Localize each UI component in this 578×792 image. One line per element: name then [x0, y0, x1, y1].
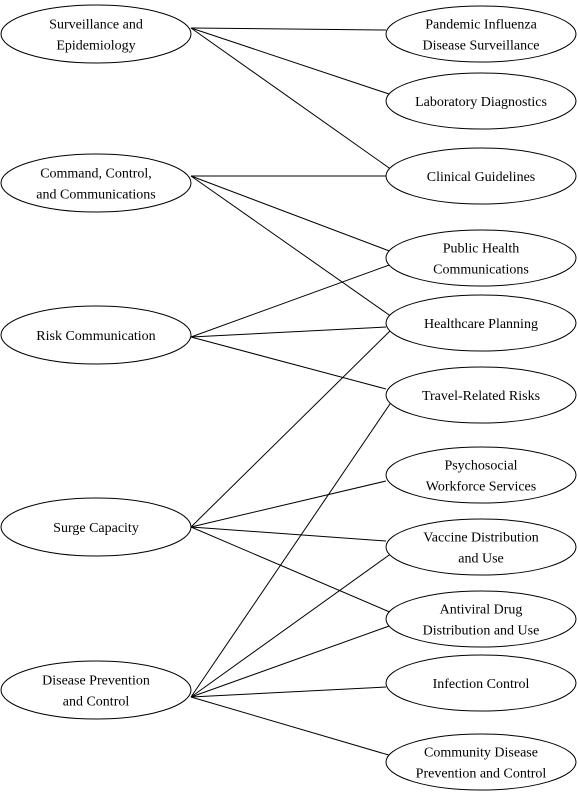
edges — [190, 27, 393, 757]
node-label: Community Disease — [424, 746, 538, 761]
node-label: Healthcare Planning — [424, 317, 538, 332]
node-ellipse — [385, 518, 577, 576]
node-surge: Surge Capacity — [0, 497, 192, 557]
node-risk: Risk Communication — [0, 305, 192, 365]
edge-surge-antiviral — [190, 526, 393, 614]
edge-prevention-community — [190, 696, 393, 757]
node-label: Prevention and Control — [416, 767, 547, 782]
node-ellipse — [0, 153, 192, 213]
node-label: and Use — [458, 552, 504, 567]
diagram: Surveillance and Epidemiology Command, Con… — [0, 4, 577, 791]
node-label: Surge Capacity — [53, 521, 139, 536]
node-label: Infection Control — [433, 677, 530, 692]
node-pandemic: Pandemic Influenza Disease Surveillance — [385, 5, 577, 63]
edge-surge-healthcare — [190, 328, 393, 528]
node-label: Communications — [433, 263, 529, 278]
node-ellipse — [385, 590, 577, 648]
node-clinical: Clinical Guidelines — [385, 147, 577, 205]
node-ellipse — [385, 733, 577, 791]
node-label: Clinical Guidelines — [427, 170, 535, 185]
node-label: Disease Prevention — [42, 674, 150, 689]
node-ellipse — [0, 660, 192, 720]
edge-risk-travel — [190, 336, 387, 390]
edge-surveillance-lab — [190, 27, 393, 96]
node-label: Workforce Services — [426, 480, 536, 495]
edge-prevention-infection — [190, 686, 387, 698]
node-ellipse — [385, 229, 577, 287]
node-antiviral: Antiviral Drug Distribution and Use — [385, 590, 577, 648]
node-label: Laboratory Diagnostics — [415, 95, 547, 110]
edge-surge-psychosocial — [190, 480, 387, 528]
node-label: Distribution and Use — [423, 624, 540, 639]
node-label: Epidemiology — [56, 39, 135, 54]
node-publichealth: Public Health Communications — [385, 229, 577, 287]
edge-prevention-antiviral — [190, 624, 393, 698]
node-infection: Infection Control — [385, 654, 577, 712]
edge-surge-vaccine — [190, 526, 387, 542]
node-label: and Communications — [36, 188, 155, 203]
node-command: Command, Control, and Communications — [0, 153, 192, 213]
nodes: Surveillance and Epidemiology Command, Con… — [0, 4, 577, 791]
node-healthcare: Healthcare Planning — [385, 294, 577, 352]
node-psychosocial: Psychosocial Workforce Services — [385, 446, 577, 504]
node-ellipse — [0, 4, 192, 64]
node-ellipse — [385, 446, 577, 504]
node-community: Community Disease Prevention and Control — [385, 733, 577, 791]
node-label: Pandemic Influenza — [425, 18, 537, 33]
node-label: Disease Surveillance — [422, 39, 539, 54]
edge-prevention-travel — [190, 400, 393, 698]
edge-surveillance-clinical — [190, 27, 393, 171]
node-travel: Travel-Related Risks — [385, 366, 577, 424]
edge-command-healthcare — [190, 175, 393, 318]
edge-risk-healthcare — [190, 326, 387, 338]
node-label: Surveillance and — [49, 18, 143, 33]
node-label: Risk Communication — [36, 329, 155, 344]
node-vaccine: Vaccine Distribution and Use — [385, 518, 577, 576]
node-label: Vaccine Distribution — [423, 531, 538, 546]
edge-surveillance-pandemic — [190, 27, 387, 31]
edge-risk-publichealth — [190, 263, 393, 338]
node-label: Antiviral Drug — [440, 603, 523, 618]
node-label: Public Health — [443, 242, 520, 257]
edge-command-publichealth — [190, 175, 393, 253]
node-label: Command, Control, — [40, 167, 152, 182]
node-label: Psychosocial — [444, 459, 517, 474]
node-surveillance: Surveillance and Epidemiology — [0, 4, 192, 64]
node-label: and Control — [63, 695, 130, 710]
node-prevention: Disease Prevention and Control — [0, 660, 192, 720]
node-lab: Laboratory Diagnostics — [385, 72, 577, 130]
node-ellipse — [385, 5, 577, 63]
node-label: Travel-Related Risks — [422, 389, 540, 404]
edge-prevention-vaccine — [190, 552, 393, 698]
